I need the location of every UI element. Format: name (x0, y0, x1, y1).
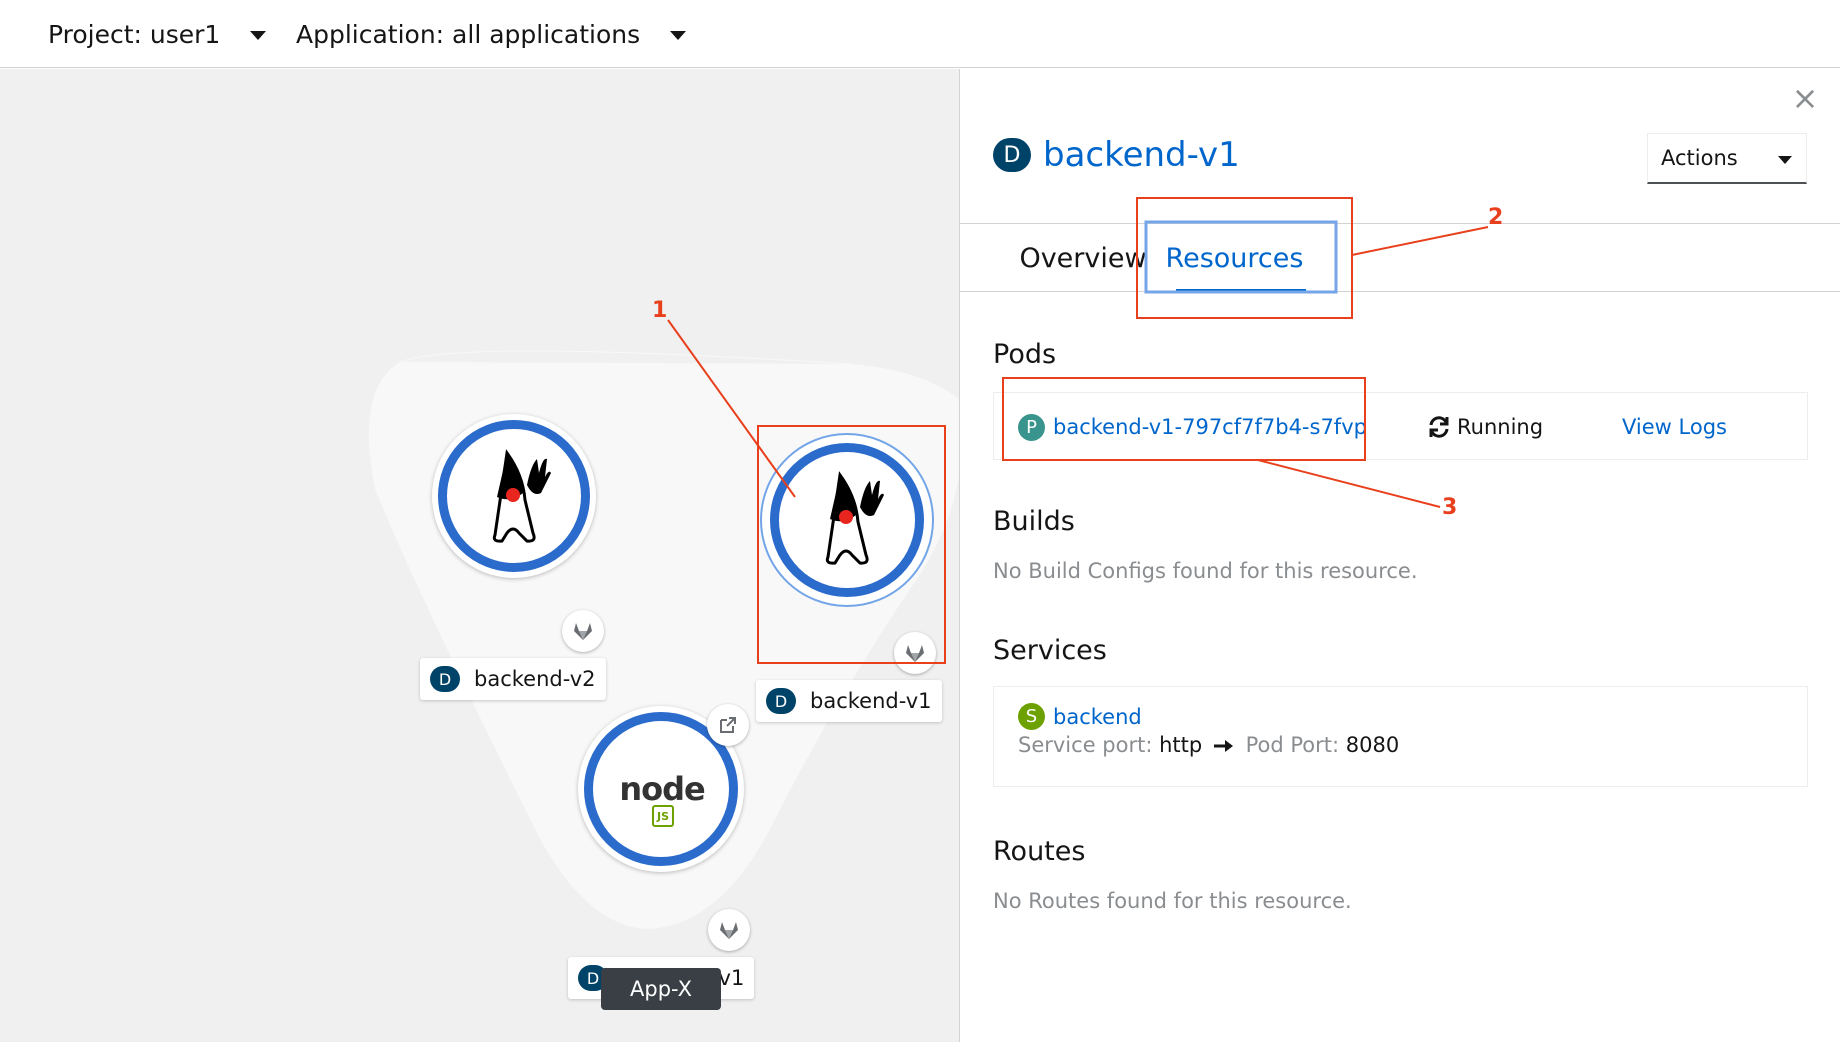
node-name: backend-v2 (474, 667, 596, 691)
service-name: backend (1053, 704, 1142, 729)
callout-number-3: 3 (1442, 495, 1458, 520)
service-link[interactable]: S backend (1018, 703, 1142, 730)
caret-down-icon (250, 31, 267, 40)
nodejs-icon: node (612, 769, 712, 809)
close-panel-button[interactable]: × (1790, 79, 1820, 117)
context-bar: Project: user1 Application: all applicat… (0, 0, 1840, 68)
open-url-badge[interactable] (707, 704, 749, 746)
service-kind-badge: S (1018, 703, 1045, 730)
callout-number-2: 2 (1488, 205, 1504, 230)
node-label[interactable]: D backend-v1 (756, 680, 942, 722)
pod-kind-badge: P (1018, 413, 1045, 441)
node-name: backend-v1 (810, 689, 932, 713)
nodejs-logo-sub: JS (656, 809, 669, 823)
service-item: S backend Service port: http Pod Port: 8… (993, 686, 1808, 787)
gitlab-icon (720, 922, 738, 939)
builds-section-title: Builds (993, 506, 1075, 537)
pod-status: Running (1427, 393, 1543, 461)
caret-down-icon (670, 31, 687, 40)
gitlab-source-badge[interactable] (562, 610, 604, 652)
nodejs-hex-icon: JS (652, 805, 674, 827)
topology-canvas[interactable]: D backend-v2 D backend-v1 node JS D App-… (0, 69, 959, 1042)
sync-icon (1429, 416, 1449, 438)
java-duke-icon (492, 449, 551, 543)
close-icon: × (1791, 79, 1819, 117)
resource-title: D backend-v1 (993, 135, 1240, 175)
callout-number-1: 1 (652, 298, 668, 323)
actions-label: Actions (1661, 146, 1738, 170)
nodejs-logo-text: node (619, 770, 705, 808)
resource-side-panel: × D backend-v1 Actions Overview Resource… (959, 69, 1840, 1042)
actions-dropdown[interactable]: Actions (1647, 133, 1807, 184)
node-label[interactable]: D backend-v2 (420, 658, 606, 700)
routes-empty-text: No Routes found for this resource. (993, 889, 1352, 913)
builds-empty-text: No Build Configs found for this resource… (993, 559, 1418, 583)
pod-row: P backend-v1-797cf7f7b4-s7fvp Running Vi… (993, 392, 1808, 460)
active-tab-indicator (1176, 289, 1306, 292)
tab-resources[interactable]: Resources (1153, 224, 1316, 292)
service-port-line: Service port: http Pod Port: 8080 (1018, 733, 1399, 757)
deployment-kind-badge: D (430, 666, 460, 692)
application-selector[interactable]: Application: all applications (296, 0, 687, 68)
pod-port-label: Pod Port: (1245, 733, 1340, 757)
project-selector[interactable]: Project: user1 (48, 0, 267, 68)
gitlab-source-badge[interactable] (894, 632, 936, 674)
service-port-label: Service port: (1018, 733, 1153, 757)
resource-name-link[interactable]: backend-v1 (1043, 135, 1240, 175)
project-selector-label: Project: user1 (48, 19, 221, 49)
pod-status-text: Running (1457, 415, 1544, 439)
external-link-icon (720, 717, 736, 733)
pods-section-title: Pods (993, 339, 1057, 370)
gitlab-icon (574, 623, 592, 640)
services-section-title: Services (993, 635, 1107, 666)
gitlab-icon (906, 645, 924, 662)
service-port-value: http (1159, 733, 1203, 757)
application-group-label[interactable]: App-X (601, 968, 721, 1010)
java-duke-icon (825, 471, 884, 565)
view-logs-link[interactable]: View Logs (1622, 393, 1727, 461)
pod-link[interactable]: P backend-v1-797cf7f7b4-s7fvp (1018, 393, 1367, 461)
tab-overview[interactable]: Overview (993, 224, 1173, 292)
routes-section-title: Routes (993, 836, 1086, 867)
application-selector-label: Application: all applications (296, 19, 641, 49)
deployment-kind-badge: D (766, 688, 796, 714)
panel-tabs: Overview Resources (960, 223, 1840, 292)
gitlab-source-badge[interactable] (708, 909, 750, 951)
arrow-right-icon (1213, 740, 1233, 752)
pod-port-value: 8080 (1345, 733, 1400, 757)
pod-name: backend-v1-797cf7f7b4-s7fvp (1053, 415, 1367, 439)
caret-down-icon (1777, 155, 1792, 164)
deployment-kind-badge: D (993, 138, 1031, 172)
